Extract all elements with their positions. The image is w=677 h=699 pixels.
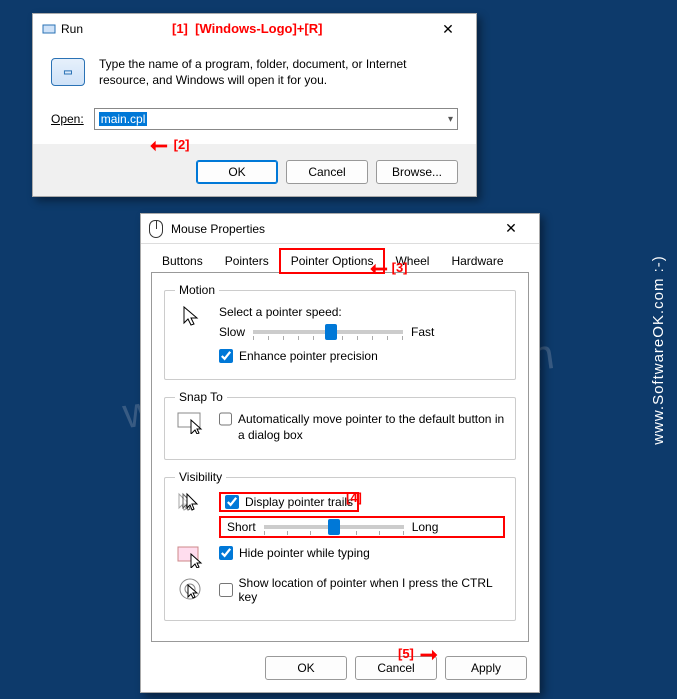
long-label: Long (412, 520, 439, 534)
trails-label: Display pointer trails (245, 495, 353, 509)
close-icon[interactable]: ✕ (491, 220, 531, 237)
motion-legend: Motion (175, 283, 219, 297)
cursor-icon (175, 305, 207, 329)
visibility-group: Visibility Display pointer trails (164, 470, 516, 621)
fast-label: Fast (411, 325, 434, 339)
mouse-titlebar[interactable]: Mouse Properties ✕ (141, 214, 539, 244)
trails-icon (175, 492, 207, 516)
tab-buttons[interactable]: Buttons (151, 249, 214, 273)
speed-slider[interactable] (253, 330, 403, 334)
enhance-precision-label: Enhance pointer precision (239, 349, 378, 363)
apply-button[interactable]: Apply (445, 656, 527, 680)
enhance-precision-checkbox[interactable] (219, 349, 233, 363)
run-app-icon (41, 21, 57, 37)
annotation-4: [4] (346, 490, 362, 505)
snapto-checkbox[interactable] (219, 412, 232, 426)
tabs: Buttons Pointers Pointer Options Wheel H… (141, 244, 539, 272)
ctrl-locate-label: Show location of pointer when I press th… (239, 576, 505, 604)
annotation-5: [5] ⭠ (398, 646, 438, 661)
chevron-down-icon[interactable]: ▾ (448, 114, 453, 125)
annotation-3: ⭠ [3] (370, 260, 408, 275)
trails-slider[interactable] (264, 525, 404, 529)
snapto-icon (175, 412, 207, 434)
hide-typing-label: Hide pointer while typing (239, 546, 370, 560)
motion-group: Motion Select a pointer speed: Slow Fast (164, 283, 516, 380)
tab-pointer-options[interactable]: Pointer Options (280, 249, 385, 273)
annotation-2: ⭠ [2] (150, 137, 190, 152)
ctrl-locate-checkbox[interactable] (219, 583, 233, 597)
run-folder-icon: ▭ (51, 58, 85, 86)
annotation-1: [1] [Windows-Logo]+[R] (172, 21, 322, 36)
mouse-icon (149, 220, 163, 238)
open-label: Open: (51, 112, 84, 126)
hide-typing-icon (175, 546, 207, 568)
open-combobox[interactable]: main.cpl ▾ (94, 108, 458, 130)
slow-label: Slow (219, 325, 245, 339)
mouse-title: Mouse Properties (167, 222, 491, 236)
hide-typing-checkbox[interactable] (219, 546, 233, 560)
snapto-label: Automatically move pointer to the defaul… (238, 412, 505, 443)
close-icon[interactable]: ✕ (428, 21, 468, 38)
run-description: Type the name of a program, folder, docu… (99, 56, 458, 88)
visibility-legend: Visibility (175, 470, 226, 484)
select-speed-label: Select a pointer speed: (219, 305, 505, 319)
ok-button[interactable]: OK (265, 656, 347, 680)
browse-button[interactable]: Browse... (376, 160, 458, 184)
side-credit: www.SoftwareOK.com :-) (650, 255, 667, 445)
run-dialog: Run ✕ ▭ Type the name of a program, fold… (32, 13, 477, 197)
cancel-button[interactable]: Cancel (286, 160, 368, 184)
mouse-properties-dialog: Mouse Properties ✕ Buttons Pointers Poin… (140, 213, 540, 693)
tab-hardware[interactable]: Hardware (440, 249, 514, 273)
short-label: Short (227, 520, 256, 534)
tab-body: Motion Select a pointer speed: Slow Fast (151, 272, 529, 642)
snapto-group: Snap To Automatically move pointer to th… (164, 390, 516, 460)
tab-pointers[interactable]: Pointers (214, 249, 280, 273)
snapto-legend: Snap To (175, 390, 227, 404)
ctrl-locate-icon (175, 576, 207, 602)
open-value: main.cpl (99, 112, 148, 126)
ok-button[interactable]: OK (196, 160, 278, 184)
trails-checkbox[interactable] (225, 495, 239, 509)
